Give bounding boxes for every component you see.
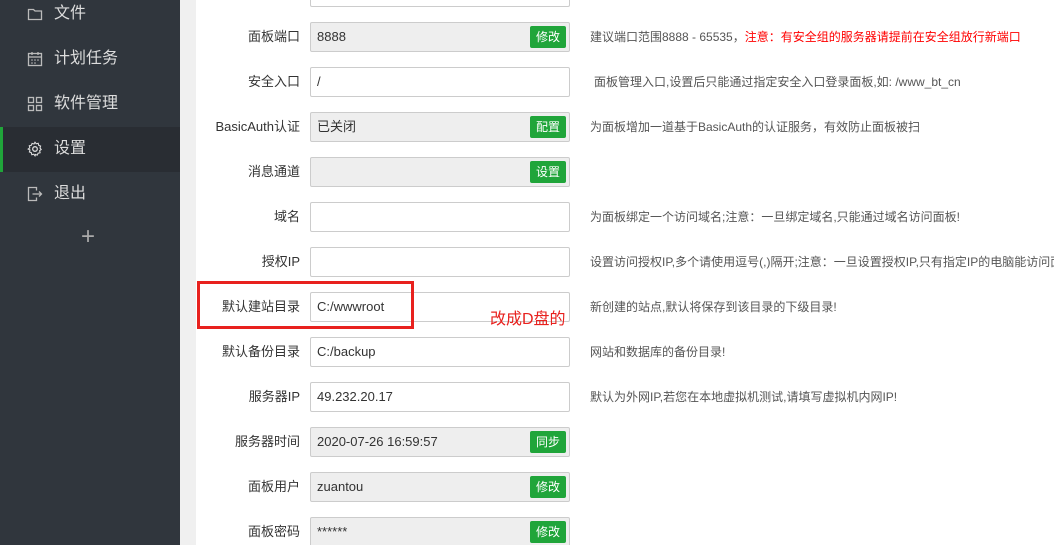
help-text: 建议端口范围8888 - 65535，注意：有安全组的服务器请提前在安全组放行新… <box>590 30 1021 44</box>
sidebar-item-label: 设置 <box>54 140 87 157</box>
row-server-ip: 服务器IP 49.232.20.17 默认为外网IP,若您在本地虚拟机测试,请填… <box>196 382 1054 427</box>
server-ip-input[interactable]: 49.232.20.17 <box>310 382 570 412</box>
sidebar-item-software[interactable]: 软件管理 <box>0 82 180 127</box>
field-label: 安全入口 <box>247 74 300 89</box>
sidebar-item-cron[interactable]: 计划任务 <box>0 37 180 82</box>
annotation-highlight-box <box>197 281 414 329</box>
row-domain: 域名 为面板绑定一个访问域名;注意：一旦绑定域名,只能通过域名访问面板! <box>196 202 1054 247</box>
field-value: ****** <box>317 524 348 539</box>
help-text: 面板管理入口,设置后只能通过指定安全入口登录面板,如: /www_bt_cn <box>594 75 961 89</box>
sidebar: 文件 计划任务 软件管理 设置 退出 + <box>0 0 180 545</box>
panel-port-input[interactable]: 8888 修改 <box>310 22 570 52</box>
help-text: 网站和数据库的备份目录! <box>590 345 726 359</box>
security-entry-input[interactable]: / <box>310 67 570 97</box>
field-value: 已关闭 <box>317 119 357 134</box>
field-value: 49.232.20.17 <box>317 389 393 404</box>
row-security-entry: 安全入口 / 面板管理入口,设置后只能通过指定安全入口登录面板,如: /www_… <box>196 67 1054 112</box>
row-server-time: 服务器时间 2020-07-26 16:59:57 同步 <box>196 427 1054 472</box>
previous-field[interactable] <box>310 0 570 7</box>
panel-user-input[interactable]: zuantou 修改 <box>310 472 570 502</box>
sidebar-item-files[interactable]: 文件 <box>0 0 180 37</box>
field-label: 面板端口 <box>247 29 300 44</box>
gear-icon <box>27 141 43 157</box>
content-gutter <box>180 0 196 545</box>
sidebar-item-settings[interactable]: 设置 <box>0 127 180 172</box>
row-panel-password: 面板密码 ****** 修改 <box>196 517 1054 545</box>
backup-dir-input[interactable]: C:/backup <box>310 337 570 367</box>
row-message-channel: 消息通道 设置 <box>196 157 1054 202</box>
help-text: 为面板绑定一个访问域名;注意：一旦绑定域名,只能通过域名访问面板! <box>590 210 961 224</box>
annotation-text: 改成D盘的 <box>490 311 566 328</box>
field-label: 默认备份目录 <box>221 344 300 359</box>
configure-basic-auth-button[interactable]: 配置 <box>529 116 566 138</box>
sidebar-item-logout[interactable]: 退出 <box>0 172 180 217</box>
field-label: 消息通道 <box>247 164 300 179</box>
modify-user-button[interactable]: 修改 <box>529 476 566 498</box>
logout-icon <box>27 186 43 202</box>
auth-ip-input[interactable] <box>310 247 570 277</box>
help-text: 设置访问授权IP,多个请使用逗号(,)隔开;注意：一旦设置授权IP,只有指定IP… <box>590 255 1054 269</box>
row-backup-dir: 默认备份目录 C:/backup 网站和数据库的备份目录! <box>196 337 1054 382</box>
panel-password-input[interactable]: ****** 修改 <box>310 517 570 545</box>
warning-text: 注意：有安全组的服务器请提前在安全组放行新端口 <box>744 30 1021 44</box>
calendar-icon <box>27 51 43 67</box>
sidebar-item-label: 计划任务 <box>54 50 119 67</box>
basic-auth-input[interactable]: 已关闭 配置 <box>310 112 570 142</box>
field-label: 授权IP <box>261 254 300 269</box>
field-value: zuantou <box>317 479 364 494</box>
message-channel-input[interactable]: 设置 <box>310 157 570 187</box>
folder-icon <box>27 6 43 22</box>
modify-port-button[interactable]: 修改 <box>529 26 566 48</box>
sidebar-item-label: 退出 <box>54 185 87 202</box>
field-label: 面板用户 <box>247 479 300 494</box>
field-value: / <box>317 74 321 89</box>
add-menu-icon[interactable]: + <box>77 224 99 250</box>
field-value: 2020-07-26 16:59:57 <box>317 434 438 449</box>
modify-password-button[interactable]: 修改 <box>529 521 566 543</box>
sync-time-button[interactable]: 同步 <box>529 431 566 453</box>
field-value: 8888 <box>317 29 346 44</box>
row-panel-user: 面板用户 zuantou 修改 <box>196 472 1054 517</box>
sidebar-item-label: 软件管理 <box>54 95 119 112</box>
grid-icon <box>27 96 43 112</box>
server-time-input[interactable]: 2020-07-26 16:59:57 同步 <box>310 427 570 457</box>
set-message-channel-button[interactable]: 设置 <box>529 161 566 183</box>
field-value: C:/backup <box>317 344 376 359</box>
row-basic-auth: BasicAuth认证 已关闭 配置 为面板增加一道基于BasicAuth的认证… <box>196 112 1054 157</box>
field-label: BasicAuth认证 <box>215 119 300 134</box>
field-label: 服务器IP <box>248 389 300 404</box>
help-text: 新创建的站点,默认将保存到该目录的下级目录! <box>590 300 837 314</box>
field-label: 面板密码 <box>247 524 300 539</box>
help-text: 为面板增加一道基于BasicAuth的认证服务，有效防止面板被扫 <box>590 120 921 134</box>
domain-input[interactable] <box>310 202 570 232</box>
help-text: 默认为外网IP,若您在本地虚拟机测试,请填写虚拟机内网IP! <box>590 390 898 404</box>
row-panel-port: 面板端口 8888 修改 建议端口范围8888 - 65535，注意：有安全组的… <box>196 22 1054 67</box>
field-label: 服务器时间 <box>234 434 300 449</box>
sidebar-item-label: 文件 <box>54 5 87 22</box>
field-label: 域名 <box>273 209 300 224</box>
